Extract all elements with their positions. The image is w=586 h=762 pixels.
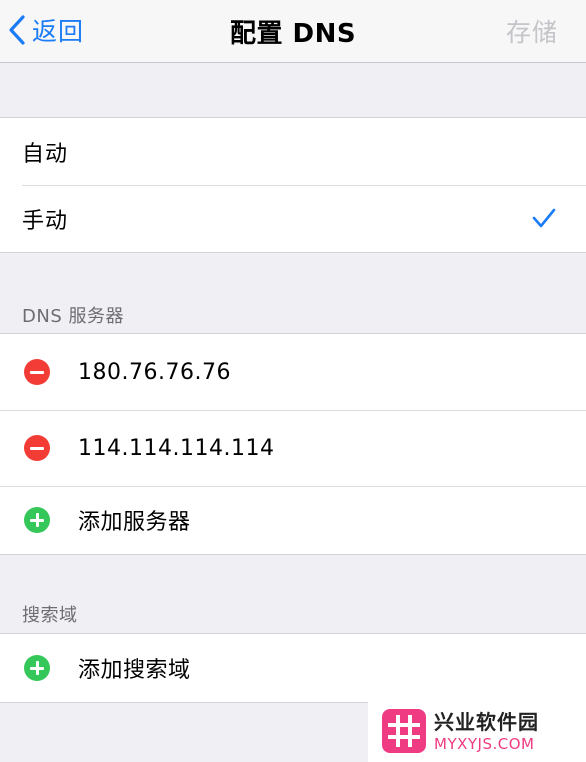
watermark-logo-icon — [382, 709, 426, 753]
plus-circle-icon — [24, 507, 50, 533]
add-server-label: 添加服务器 — [78, 510, 191, 535]
dns-servers-section-header: DNS 服务器 — [22, 306, 124, 327]
page-title: 配置 DNS — [229, 19, 357, 49]
dns-servers-group: 180.76.76.76 114.114.114.114 添加服务器 — [0, 333, 586, 555]
mode-option-label: 手动 — [22, 208, 69, 234]
navigation-bar: 返回 配置 DNS 存储 — [0, 0, 586, 63]
search-domains-group: 添加搜索域 — [0, 633, 586, 703]
dns-server-row[interactable]: 180.76.76.76 — [0, 334, 586, 410]
dns-server-address[interactable]: 180.76.76.76 — [78, 360, 231, 385]
add-server-button[interactable]: 添加服务器 — [0, 486, 586, 554]
minus-circle-icon[interactable] — [24, 359, 50, 385]
save-button[interactable]: 存储 — [506, 13, 558, 49]
mode-option-label: 自动 — [22, 141, 69, 167]
watermark-domain: MYXYJS.COM — [434, 735, 535, 753]
plus-circle-icon — [24, 655, 50, 681]
dns-server-address[interactable]: 114.114.114.114 — [78, 436, 274, 461]
add-search-domain-label: 添加搜索域 — [78, 658, 191, 683]
mode-option-manual[interactable]: 手动 — [0, 185, 586, 252]
dns-mode-group: 自动 手动 — [0, 117, 586, 253]
add-search-domain-button[interactable]: 添加搜索域 — [0, 634, 586, 702]
mode-option-automatic[interactable]: 自动 — [0, 118, 586, 185]
search-domains-section-header: 搜索域 — [22, 605, 78, 626]
dns-server-row[interactable]: 114.114.114.114 — [0, 410, 586, 486]
watermark-name: 兴业软件园 — [434, 710, 539, 734]
checkmark-icon — [532, 208, 556, 228]
minus-circle-icon[interactable] — [24, 435, 50, 461]
watermark: 兴业软件园 MYXYJS.COM — [368, 700, 586, 762]
